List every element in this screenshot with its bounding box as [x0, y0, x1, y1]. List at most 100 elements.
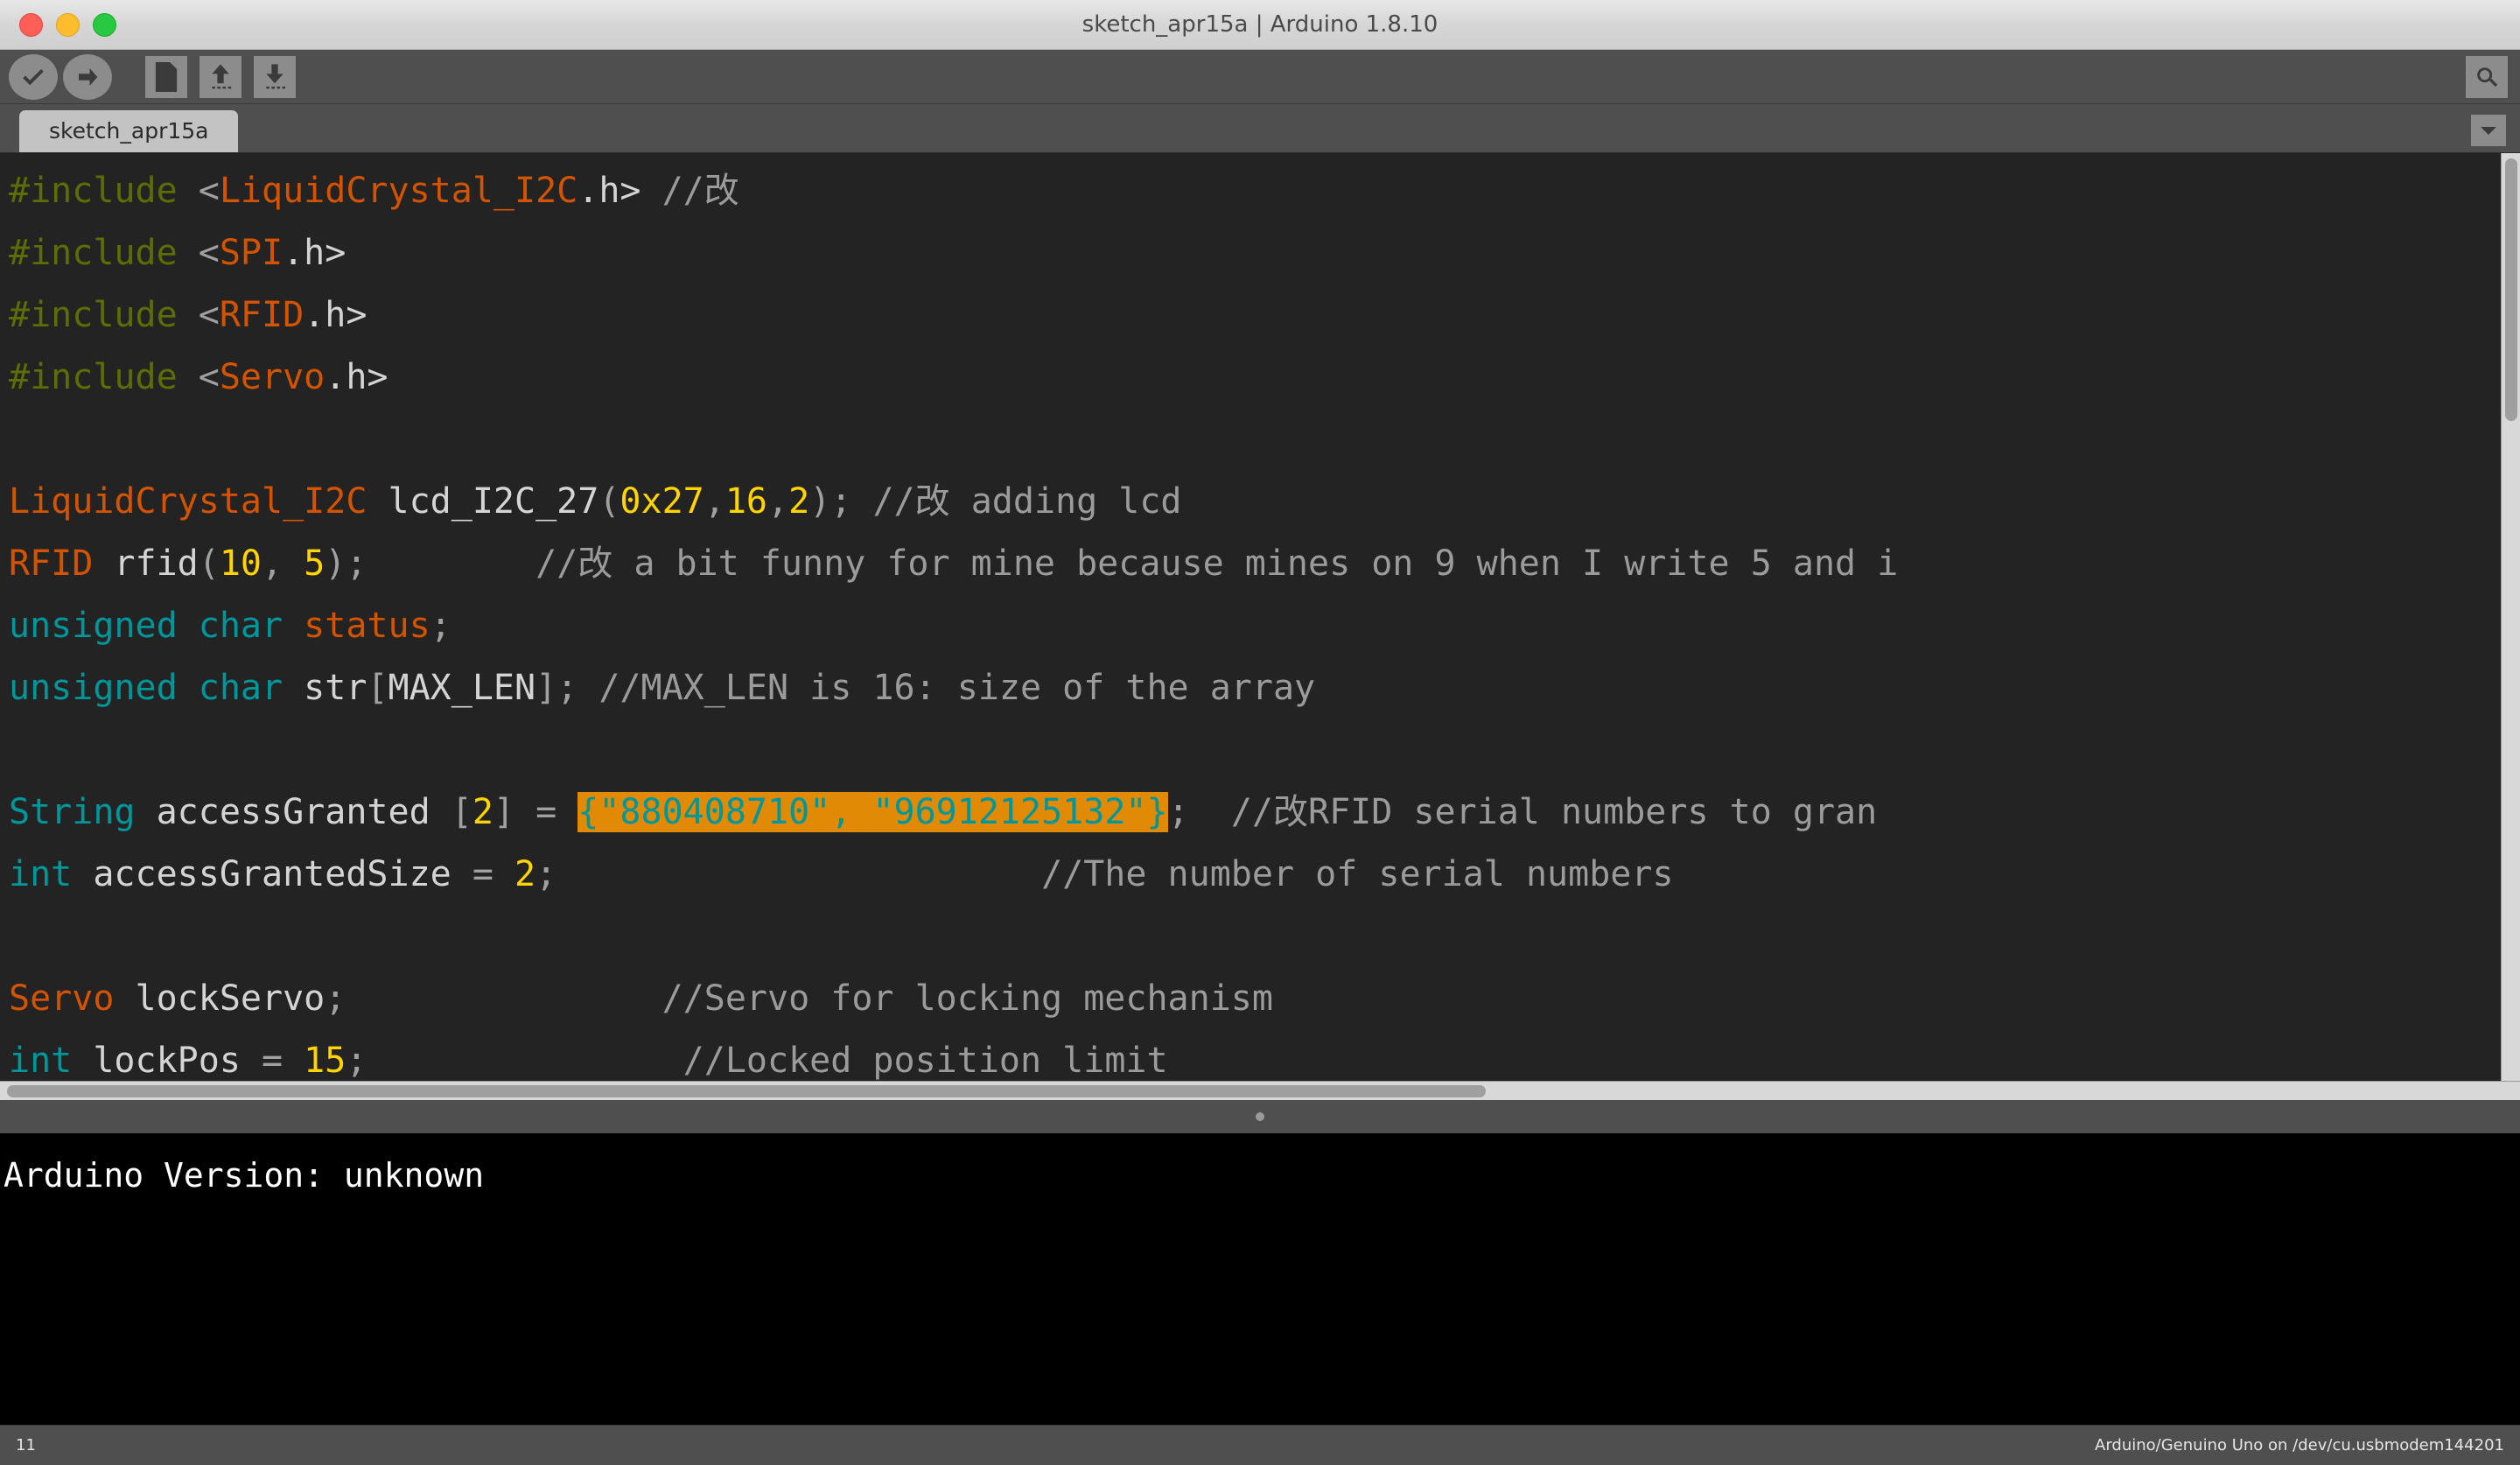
- code-token: 10: [219, 543, 262, 584]
- main-toolbar: [0, 50, 2520, 104]
- code-token: 2: [472, 792, 494, 832]
- arduino-ide-window: sketch_apr15a | Arduino 1.8.10 sketch_ap…: [0, 0, 2520, 1465]
- code-token: //Locked position limit: [682, 1041, 1168, 1081]
- code-token: <: [198, 295, 220, 335]
- code-token: <: [198, 233, 220, 273]
- code-line: #include <RFID.h>: [9, 284, 1898, 347]
- code-token: =: [262, 1041, 304, 1081]
- code-line: String accessGranted [2] = {"880408710",…: [9, 782, 1898, 844]
- code-line: unsigned char str[MAX_LEN]; //MAX_LEN is…: [9, 657, 1898, 719]
- code-token: ,: [704, 481, 725, 522]
- window-titlebar: sketch_apr15a | Arduino 1.8.10: [0, 0, 2520, 50]
- code-token: [: [367, 668, 388, 708]
- code-token: unsigned char: [9, 606, 284, 646]
- editor-console-splitter[interactable]: [0, 1100, 2520, 1133]
- code-token: ;: [1167, 792, 1189, 832]
- code-token: ]: [493, 792, 536, 832]
- code-token: );: [325, 543, 368, 584]
- new-file-icon: [155, 61, 178, 92]
- status-bar: 11 Arduino/Genuino Uno on /dev/cu.usbmod…: [0, 1425, 2520, 1465]
- window-controls: [19, 12, 116, 37]
- console-output[interactable]: Arduino Version: unknown: [0, 1133, 2520, 1425]
- chevron-down-icon: [2481, 127, 2496, 135]
- cursor-line-number: 11: [16, 1436, 36, 1454]
- code-line: #include <SPI.h>: [9, 222, 1898, 284]
- code-token: RFID: [9, 543, 94, 584]
- code-token: ;: [430, 606, 452, 646]
- code-token: #include: [9, 171, 199, 211]
- code-token: Servo: [9, 978, 115, 1019]
- code-token: int: [9, 854, 73, 894]
- maximize-button[interactable]: [93, 12, 116, 37]
- check-icon: [23, 68, 44, 85]
- code-text[interactable]: #include <LiquidCrystal_I2C.h> //改 #inclu…: [0, 153, 1898, 1092]
- code-token: ;: [346, 1041, 368, 1081]
- code-token: String: [9, 792, 136, 832]
- code-token: //MAX_LEN is 16: size of the array: [598, 668, 1316, 708]
- code-token: lockPos: [72, 1041, 262, 1081]
- arrow-up-icon: [212, 63, 232, 88]
- code-token: accessGranted: [135, 792, 452, 832]
- code-token: //Servo for locking mechanism: [662, 978, 1273, 1019]
- code-token: [: [451, 792, 472, 832]
- save-sketch-button[interactable]: [254, 55, 296, 98]
- code-token: accessGrantedSize: [72, 854, 472, 894]
- upload-button[interactable]: [63, 53, 112, 100]
- code-token: lcd_I2C_27: [367, 481, 599, 522]
- window-title: sketch_apr15a | Arduino 1.8.10: [1082, 11, 1438, 38]
- code-token: .h>: [304, 295, 368, 335]
- code-token: =: [536, 792, 578, 832]
- code-token: ,: [767, 481, 789, 522]
- code-token: 0x27: [620, 481, 704, 522]
- scrollbar-thumb[interactable]: [7, 1085, 1486, 1097]
- code-token: =: [472, 854, 514, 894]
- code-line: ​: [9, 906, 1898, 968]
- code-token: #include: [9, 357, 199, 397]
- scrollbar-thumb[interactable]: [2505, 158, 2517, 421]
- open-sketch-button[interactable]: [200, 55, 242, 98]
- new-sketch-button[interactable]: [145, 55, 187, 98]
- splitter-grip[interactable]: [1256, 1112, 1264, 1121]
- code-editor[interactable]: #include <LiquidCrystal_I2C.h> //改 #inclu…: [0, 153, 2520, 1100]
- close-button[interactable]: [19, 12, 43, 37]
- code-token: .h>: [283, 233, 346, 273]
- code-line: RFID rfid(10, 5); //改 a bit funny for mi…: [9, 533, 1898, 595]
- code-token: 16: [724, 481, 767, 522]
- code-line: LiquidCrystal_I2C lcd_I2C_27(0x27,16,2);…: [9, 471, 1898, 533]
- editor-vertical-scrollbar[interactable]: [2501, 153, 2520, 1081]
- code-token: rfid: [93, 543, 199, 584]
- tab-sketch-apr15a[interactable]: sketch_apr15a: [19, 110, 239, 152]
- tab-menu-button[interactable]: [2471, 115, 2506, 146]
- sketch-tabbar: sketch_apr15a: [0, 104, 2520, 153]
- code-token: #include: [9, 233, 199, 273]
- code-line: unsigned char status;: [9, 595, 1898, 657]
- code-token: str: [283, 668, 368, 708]
- arrow-down-icon: [266, 63, 286, 88]
- code-token: LiquidCrystal_I2C: [9, 481, 368, 522]
- code-token: MAX_LEN: [388, 668, 536, 708]
- code-token: Servo: [219, 357, 326, 397]
- board-port-info: Arduino/Genuino Uno on /dev/cu.usbmodem1…: [2095, 1436, 2504, 1454]
- verify-button[interactable]: [9, 53, 58, 100]
- code-token: ,: [262, 543, 304, 584]
- code-token: //改RFID serial numbers to gran: [1230, 792, 1878, 832]
- serial-monitor-button[interactable]: [2466, 55, 2508, 98]
- code-token: <: [198, 171, 220, 211]
- minimize-button[interactable]: [56, 12, 80, 37]
- editor-horizontal-scrollbar[interactable]: [0, 1081, 2520, 1100]
- code-token: lockServo: [114, 978, 326, 1019]
- code-line: #include <Servo.h>: [9, 347, 1898, 409]
- code-token: status: [304, 606, 430, 646]
- magnifier-icon: [2477, 67, 2498, 87]
- code-line: ​: [9, 719, 1898, 782]
- code-token: ;: [325, 978, 346, 1019]
- arrow-right-icon: [79, 67, 98, 86]
- code-token: //改 adding lcd: [872, 481, 1182, 522]
- code-token: ;: [536, 854, 557, 894]
- code-token: 2: [514, 854, 536, 894]
